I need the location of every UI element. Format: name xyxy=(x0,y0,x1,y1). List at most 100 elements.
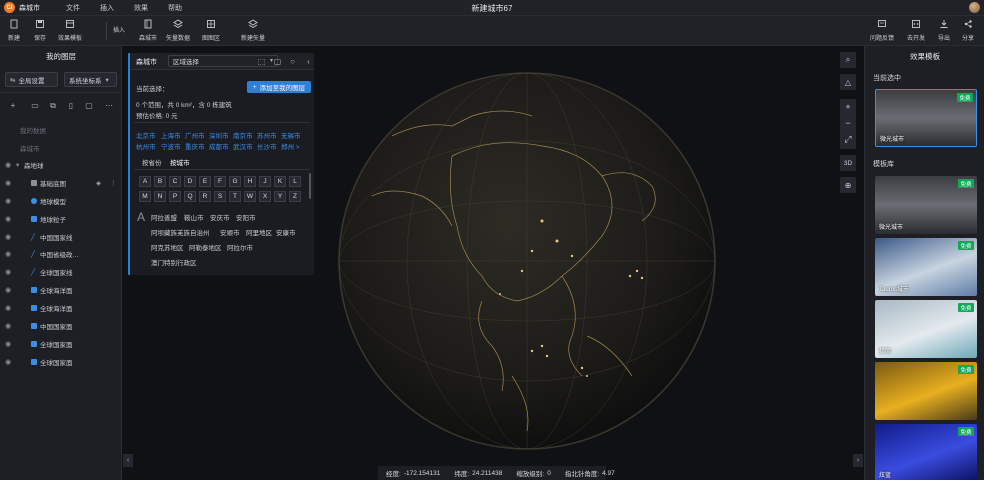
add-layer-icon[interactable]: + xyxy=(6,99,20,112)
letter-filter[interactable]: N xyxy=(154,191,166,202)
tree-item[interactable]: ◉ 地球模型 xyxy=(0,193,122,208)
template-card[interactable]: 免费 炫蓝 xyxy=(875,424,977,480)
city-link[interactable]: 北京市 xyxy=(136,130,156,140)
globe-icon[interactable]: ⊕ xyxy=(840,177,856,193)
tree-item[interactable]: ◉ ╱ 中国国家线 xyxy=(0,229,122,244)
tree-item[interactable]: ◉ 全球海洋面 xyxy=(0,282,122,297)
letter-filter[interactable]: B xyxy=(154,176,166,187)
region-item[interactable]: 阿拉善盟 xyxy=(151,212,177,222)
3d-view-button[interactable]: 3D xyxy=(840,155,856,171)
current-template-card[interactable]: 免费 微光城市 xyxy=(875,89,977,147)
region-item[interactable]: 阿勒泰地区 xyxy=(189,242,222,252)
fullscreen-icon[interactable]: ⤢ xyxy=(840,131,856,147)
collapse-right-panel-icon[interactable]: › xyxy=(853,454,863,467)
letter-filter[interactable]: E xyxy=(199,176,211,187)
menu-help[interactable]: 帮助 xyxy=(168,3,182,13)
region-item[interactable]: 安康市 xyxy=(276,227,296,237)
city-link[interactable]: 苏州市 xyxy=(257,130,277,140)
city-link[interactable]: 无锡市 xyxy=(281,130,301,140)
region-item[interactable]: 安顺市 xyxy=(220,227,240,237)
new-button[interactable]: 新建 xyxy=(8,19,20,42)
tree-item[interactable]: ◉ 中国国家面 xyxy=(0,318,122,333)
tree-item[interactable]: ◉ 地球粒子 xyxy=(0,211,122,226)
region-item[interactable]: 安阳市 xyxy=(236,212,256,222)
collapse-left-icon[interactable]: ‹ xyxy=(303,56,314,67)
effect-template-button[interactable]: 效果模板 xyxy=(58,19,82,42)
letter-filter[interactable]: L xyxy=(289,176,301,187)
eye-icon[interactable]: ◉ xyxy=(5,250,11,258)
zoom-out-button[interactable]: − xyxy=(840,115,856,131)
letter-filter[interactable]: Y xyxy=(274,191,286,202)
letter-filter[interactable]: K xyxy=(274,176,286,187)
city-button[interactable]: 森城市 xyxy=(139,19,157,42)
city-link[interactable]: 宁波市 xyxy=(161,141,181,151)
lock-icon[interactable]: ▢ xyxy=(82,99,96,112)
letter-filter[interactable]: J xyxy=(259,176,271,187)
letter-filter[interactable]: S xyxy=(214,191,226,202)
city-link[interactable]: 重庆市 xyxy=(185,141,205,151)
letter-filter[interactable]: Q xyxy=(184,191,196,202)
eye-icon[interactable]: ◉ xyxy=(5,179,11,187)
eye-icon[interactable]: ◉ xyxy=(5,233,11,241)
letter-filter[interactable]: H xyxy=(244,176,256,187)
tree-item[interactable]: 森城市 xyxy=(0,140,122,155)
avatar[interactable] xyxy=(969,2,980,13)
city-link[interactable]: 郑州 > xyxy=(281,141,300,151)
region-item[interactable]: 澳门特别行政区 xyxy=(151,257,197,267)
letter-filter[interactable]: W xyxy=(244,191,256,202)
vector-data-button[interactable]: 矢量数据 xyxy=(166,19,190,42)
tree-item[interactable]: ◉ ╱ 中国省级政… xyxy=(0,246,122,261)
letter-filter[interactable]: R xyxy=(199,191,211,202)
more-icon[interactable]: ⋮ xyxy=(110,179,117,187)
eye-icon[interactable]: ◉ xyxy=(5,215,11,223)
template-card[interactable]: 免费 微光城市 xyxy=(875,176,977,234)
chevron-down-icon[interactable]: ▾ xyxy=(16,161,19,169)
add-to-layers-button[interactable]: + 添加至我的图层 xyxy=(247,81,311,93)
city-link[interactable]: 南京市 xyxy=(233,130,253,140)
letter-filter[interactable]: Z xyxy=(289,191,301,202)
share-button[interactable]: 分享 xyxy=(962,19,974,42)
letter-filter[interactable]: X xyxy=(259,191,271,202)
zoom-in-button[interactable]: + xyxy=(840,99,856,115)
eye-icon[interactable]: ◉ xyxy=(5,304,11,312)
city-link[interactable]: 长沙市 xyxy=(257,141,277,151)
letter-filter[interactable]: A xyxy=(139,176,151,187)
city-link[interactable]: 杭州市 xyxy=(136,141,156,151)
collapse-left-panel-icon[interactable]: ‹ xyxy=(123,454,133,467)
export-button[interactable]: 导出 xyxy=(938,19,950,42)
city-link[interactable]: 上海市 xyxy=(161,130,181,140)
letter-filter[interactable]: T xyxy=(229,191,241,202)
eye-icon[interactable]: ◉ xyxy=(5,161,11,169)
eye-icon[interactable]: ◉ xyxy=(5,358,11,366)
search-icon[interactable]: ⌕ xyxy=(840,52,856,68)
copy-icon[interactable]: ⧉ xyxy=(46,99,60,112)
tree-item[interactable]: ◉ ╱ 全球国家线 xyxy=(0,264,122,279)
letter-filter[interactable]: G xyxy=(229,176,241,187)
city-link[interactable]: 成都市 xyxy=(209,141,229,151)
tree-item[interactable]: ◉ 全球海洋面 xyxy=(0,300,122,315)
tree-item[interactable]: ◉ 基础底图 ◈ ⋮ xyxy=(0,175,122,190)
tree-item[interactable]: ◉ 全球国家面 xyxy=(0,354,122,369)
layer-area-button[interactable]: 图图区 xyxy=(202,19,220,42)
developer-button[interactable]: 去开发 xyxy=(907,19,925,42)
eye-icon[interactable]: ◉ xyxy=(5,286,11,294)
region-item[interactable]: 阿克苏地区 xyxy=(151,242,184,252)
compass-icon[interactable]: △ xyxy=(840,74,856,90)
folder-icon[interactable]: ▭ xyxy=(28,99,42,112)
coordinate-system-select[interactable]: 系统坐标系 ▾ xyxy=(64,72,117,87)
letter-filter[interactable]: F xyxy=(214,176,226,187)
menu-insert[interactable]: 插入 xyxy=(100,3,114,13)
tab-by-province[interactable]: 按省份 xyxy=(142,157,162,167)
more-icon[interactable]: ⋯ xyxy=(102,99,116,112)
delete-icon[interactable]: ▯ xyxy=(64,99,78,112)
letter-filter[interactable]: M xyxy=(139,191,151,202)
region-item[interactable]: 阿拉尔市 xyxy=(227,242,253,252)
scrollbar[interactable] xyxy=(309,173,311,199)
global-settings-button[interactable]: ⇆ 全局设置 xyxy=(5,72,58,87)
eye-icon[interactable]: ◉ xyxy=(5,268,11,276)
template-card[interactable]: 免费 Taurus城市 xyxy=(875,238,977,296)
circle-tool-icon[interactable]: ○ xyxy=(287,56,298,67)
rectangle-tool-icon[interactable]: ⬚ xyxy=(256,56,267,67)
letter-filter[interactable]: P xyxy=(169,191,181,202)
tree-item[interactable]: 我的数据 xyxy=(0,122,122,137)
